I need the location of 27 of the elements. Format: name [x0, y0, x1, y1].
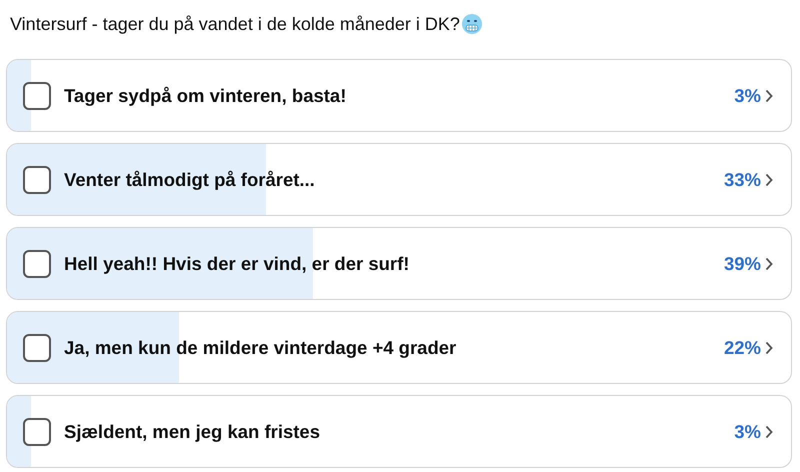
- poll-option[interactable]: Tager sydpå om vinteren, basta! 3%: [6, 59, 792, 132]
- chevron-right-icon: [765, 256, 773, 270]
- option-label: Tager sydpå om vinteren, basta!: [64, 84, 348, 106]
- vote-percent: 3%: [734, 420, 761, 442]
- chevron-right-icon: [765, 424, 773, 438]
- option-label: Hell yeah!! Hvis der er vind, er der surf!: [64, 252, 410, 274]
- poll-option[interactable]: Sjældent, men jeg kan fristes 3%: [6, 395, 792, 468]
- chevron-right-icon: [765, 88, 773, 102]
- checkbox[interactable]: [23, 82, 51, 110]
- poll-question: Vintersurf - tager du på vandet i de kolde måneder i DK?: [10, 14, 460, 34]
- option-label: Sjældent, men jeg kan fristes: [64, 420, 321, 442]
- vote-percent: 22%: [724, 336, 761, 358]
- poll-option[interactable]: Ja, men kun de mildere vinterdage +4 grader 22%: [6, 311, 792, 384]
- chevron-right-icon: [765, 172, 773, 186]
- option-label: Venter tålmodigt på foråret...: [64, 168, 316, 190]
- poll-option[interactable]: Hell yeah!! Hvis der er vind, er der surf! 39%: [6, 227, 792, 300]
- vote-percent: 33%: [724, 168, 761, 190]
- poll-option[interactable]: Venter tålmodigt på foråret... 33%: [6, 143, 792, 216]
- option-label: Ja, men kun de mildere vinterdage +4 grader: [64, 336, 458, 358]
- vote-percent: 3%: [734, 84, 761, 106]
- cold-face-icon: [460, 13, 483, 35]
- vote-percent: 39%: [724, 252, 761, 274]
- checkbox[interactable]: [23, 250, 51, 278]
- checkbox[interactable]: [23, 166, 51, 194]
- checkbox[interactable]: [23, 418, 51, 446]
- checkbox[interactable]: [23, 334, 51, 362]
- chevron-right-icon: [765, 340, 773, 354]
